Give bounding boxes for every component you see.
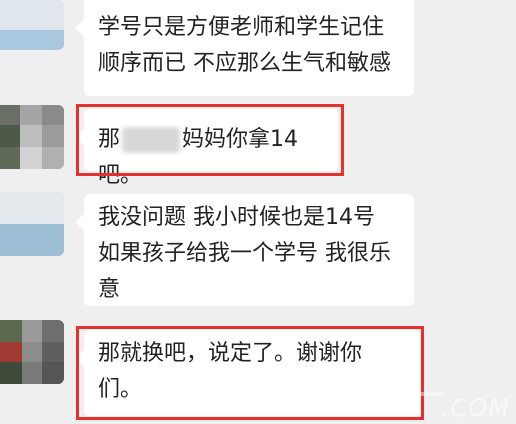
avatar[interactable]: [0, 105, 64, 169]
watermark-text: .COM: [442, 394, 510, 422]
message-line: 顺序而已 不应那么生气和敏感: [98, 51, 391, 76]
message-line: 意: [98, 277, 121, 302]
message-line: 们。: [98, 377, 143, 402]
message-line: 学号只是方便老师和学生记住: [98, 15, 385, 40]
chat-bubble[interactable]: 学号只是方便老师和学生记住 顺序而已 不应那么生气和敏感: [75, 0, 414, 96]
blurred-name: [122, 127, 181, 153]
message-text: 那: [98, 127, 121, 152]
chat-bubble[interactable]: 那就换吧，说定了。谢谢你 们。: [75, 330, 420, 416]
avatar[interactable]: [0, 320, 64, 384]
chat-bubble[interactable]: 那妈妈你拿14吧。: [75, 109, 338, 188]
avatar[interactable]: [0, 0, 64, 50]
avatar[interactable]: [0, 192, 64, 256]
message-line: 那就换吧，说定了。谢谢你: [98, 341, 363, 366]
message-line: 我没问题 我小时候也是14号: [98, 205, 375, 230]
message-line: 如果孩子给我一个学号 我很乐: [98, 241, 391, 266]
chat-bubble[interactable]: 我没问题 我小时候也是14号 如果孩子给我一个学号 我很乐 意: [75, 194, 414, 306]
